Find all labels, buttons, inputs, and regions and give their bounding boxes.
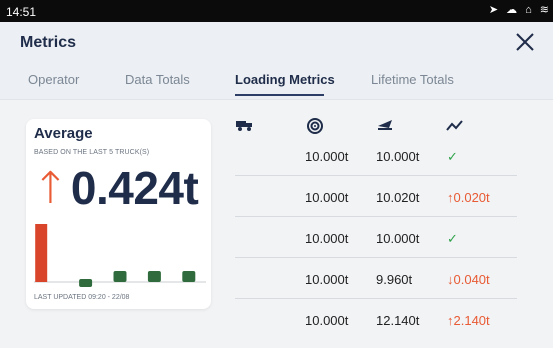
metrics-header: Metrics Operator Data Totals Loading Met…: [0, 22, 553, 100]
table-row: 10.000t 10.000t ✓: [235, 217, 517, 258]
chart-bar: [147, 271, 161, 282]
active-tab-indicator: [235, 94, 324, 96]
arrow-up-icon: ↑: [32, 163, 69, 214]
table-row: 10.000t 12.140t ↑2.140t: [235, 299, 517, 340]
location-icon: ➤: [488, 4, 499, 16]
tab-loading-metrics[interactable]: Loading Metrics: [235, 72, 335, 87]
actual-weight: 10.000t: [376, 149, 420, 164]
chart-bar: [182, 271, 196, 282]
trend-icon: [446, 120, 463, 131]
last-updated: LAST UPDATED 09:20 - 22/08: [34, 294, 130, 301]
chart-bar: [79, 279, 93, 287]
check-icon: ✓: [447, 231, 458, 246]
chart-bar: [113, 271, 127, 282]
cloud-icon: ☁: [506, 4, 518, 16]
delta-value: ↑0.020t: [447, 190, 490, 205]
actual-weight: 12.140t: [376, 313, 420, 328]
actual-weight: 10.000t: [376, 231, 420, 246]
actual-weight: 10.020t: [376, 190, 420, 205]
status-bar: 14:51 ➤ ☁ ⌂ ≋: [0, 0, 553, 22]
tab-operator[interactable]: Operator: [28, 72, 79, 87]
target-weight: 10.000t: [305, 190, 349, 205]
delta-value: ↑2.140t: [447, 313, 490, 328]
tab-data-totals[interactable]: Data Totals: [125, 72, 190, 87]
recent-trucks-chart: [34, 224, 206, 287]
close-button[interactable]: [513, 30, 537, 54]
scale-icon: [378, 120, 392, 130]
home-icon: ⌂: [525, 4, 532, 16]
target-weight: 10.000t: [305, 313, 349, 328]
close-icon: [516, 33, 534, 51]
table-row: 10.000t 10.000t ✓: [235, 135, 517, 176]
tab-lifetime-totals[interactable]: Lifetime Totals: [371, 72, 454, 87]
actual-weight: 9.960t: [376, 272, 413, 287]
table-row: 10.000t 9.960t ↓0.040t: [235, 258, 517, 299]
chart-bar: [35, 224, 48, 282]
delta-value: ↓0.040t: [447, 272, 490, 287]
target-weight: 10.000t: [305, 231, 349, 246]
page-title: Metrics: [20, 34, 77, 51]
check-icon: ✓: [447, 149, 458, 164]
table-row: 10.000t 10.020t ↑0.020t: [235, 176, 517, 217]
average-card: Average BASED ON THE LAST 5 TRUCK(S) ↑ 0…: [26, 119, 211, 309]
average-value: ↑ 0.424t: [32, 162, 199, 214]
average-title: Average: [34, 125, 93, 142]
tab-bar: Operator Data Totals Loading Metrics Lif…: [0, 68, 553, 100]
average-number: 0.424t: [70, 162, 199, 214]
status-icons: ➤ ☁ ⌂ ≋: [489, 4, 549, 16]
wifi-icon: ≋: [539, 4, 549, 16]
average-subtitle: BASED ON THE LAST 5 TRUCK(S): [34, 149, 150, 156]
truck-icon: [236, 121, 252, 131]
target-icon: [307, 118, 323, 134]
target-weight: 10.000t: [305, 149, 349, 164]
status-time: 14:51: [6, 5, 37, 19]
target-weight: 10.000t: [305, 272, 349, 287]
